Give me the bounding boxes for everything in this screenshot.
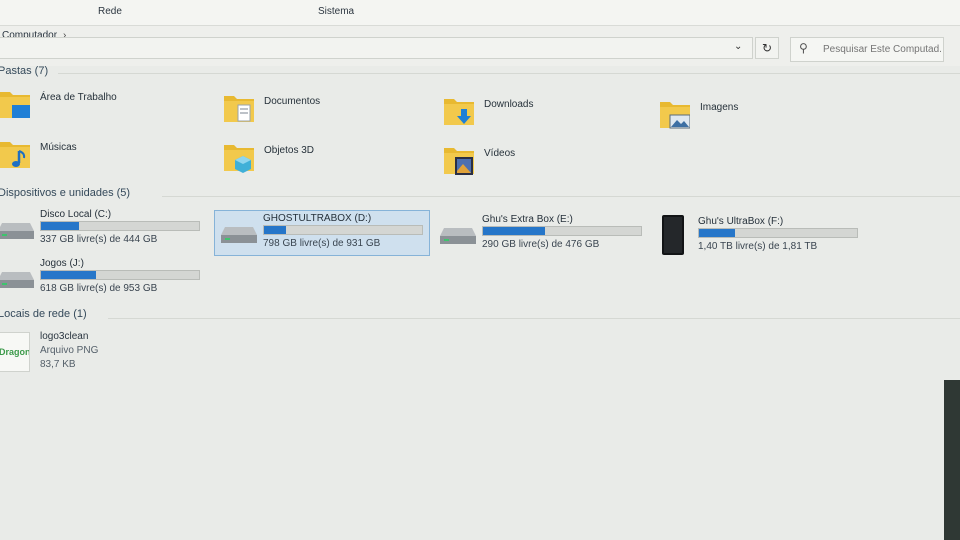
folder-label: Downloads [484,99,534,110]
hard-drive-icon [0,223,34,239]
group-header-dispositivos[interactable]: Dispositivos e unidades (5) [0,187,130,199]
folder-label: Músicas [40,142,77,153]
drive-free-space: 337 GB livre(s) de 444 GB [40,234,158,245]
folder-label: Objetos 3D [264,145,315,156]
folder-label: Documentos [264,96,321,107]
chevron-down-icon[interactable]: ⌄ [734,41,742,52]
ribbon-tab-sistema[interactable]: Sistema [318,6,354,17]
search-input[interactable] [823,44,941,55]
refresh-button[interactable]: ↻ [755,37,779,59]
folder-downloads[interactable]: Downloads [444,95,644,139]
folder-label: Área de Trabalho [40,92,117,103]
address-bar: Computador › ⌄ ↻ ⚲ [0,26,960,66]
group-header-locais-de-rede[interactable]: Locais de rede (1) [0,308,87,320]
drive-free-space: 290 GB livre(s) de 476 GB [482,239,600,250]
drive-free-space: 618 GB livre(s) de 953 GB [40,283,158,294]
hard-drive-icon [0,272,34,288]
network-item-size: 83,7 KB [40,359,76,370]
window-edge [944,380,960,540]
videos-folder-icon [444,148,474,175]
ribbon-tab-rede[interactable]: Rede [98,6,122,17]
search-box[interactable]: ⚲ [790,37,944,62]
folder-videos[interactable]: Vídeos [444,144,644,188]
folder-label: Vídeos [484,148,516,159]
drive-usage-bar [698,228,858,238]
external-drive-icon [662,215,684,255]
drive-name: Ghu's UltraBox (F:) [698,216,784,227]
desktop-folder-icon [0,92,30,118]
3d-objects-folder-icon [224,145,254,173]
drive-jogos-j[interactable]: Jogos (J:) 618 GB livre(s) de 953 GB [0,256,208,302]
drive-usage-bar [40,221,200,231]
folder-documentos[interactable]: Documentos [224,92,424,136]
drive-usage-bar [40,270,200,280]
folder-imagens[interactable]: Imagens [660,98,860,142]
documents-folder-icon [224,96,254,122]
drive-ghostultrabox-d[interactable]: GHOSTULTRABOX (D:) 798 GB livre(s) de 93… [214,210,430,256]
drive-name: Disco Local (C:) [40,209,112,220]
music-folder-icon [0,142,30,168]
group-header-pastas[interactable]: Pastas (7) [0,65,48,77]
pictures-folder-icon [660,102,690,129]
drive-name: Ghu's Extra Box (E:) [482,214,573,225]
hard-drive-icon [440,228,476,244]
network-item-type: Arquivo PNG [40,345,99,356]
folder-area-de-trabalho[interactable]: Área de Trabalho [0,88,200,132]
drive-free-space: 798 GB livre(s) de 931 GB [263,238,381,249]
folder-objetos-3d[interactable]: Objetos 3D [224,141,424,185]
group-divider [162,196,960,197]
drive-name: Jogos (J:) [40,258,84,269]
drive-name: GHOSTULTRABOX (D:) [263,213,372,224]
hard-drive-icon [221,227,257,243]
search-icon: ⚲ [799,41,808,55]
drive-ghus-ultrabox-f[interactable]: Ghu's UltraBox (F:) 1,40 TB livre(s) de … [650,214,866,260]
group-divider [58,73,960,74]
network-item-name: logo3clean [40,331,89,342]
ribbon: Rede Sistema [0,0,960,26]
drive-usage-bar [263,225,423,235]
image-thumbnail: Dragon [0,332,30,372]
folder-musicas[interactable]: Músicas [0,138,200,182]
group-divider [108,318,960,319]
network-item-logo3clean[interactable]: Dragon logo3clean Arquivo PNG 83,7 KB [0,329,200,373]
drive-free-space: 1,40 TB livre(s) de 1,81 TB [698,241,818,252]
address-field[interactable] [0,37,753,59]
drive-disco-local-c[interactable]: Disco Local (C:) 337 GB livre(s) de 444 … [0,207,208,253]
folder-label: Imagens [700,102,739,113]
thumbnail-text: Dragon [0,347,30,357]
downloads-folder-icon [444,99,474,125]
drive-usage-bar [482,226,642,236]
drive-ghus-extra-box-e[interactable]: Ghu's Extra Box (E:) 290 GB livre(s) de … [434,212,650,258]
